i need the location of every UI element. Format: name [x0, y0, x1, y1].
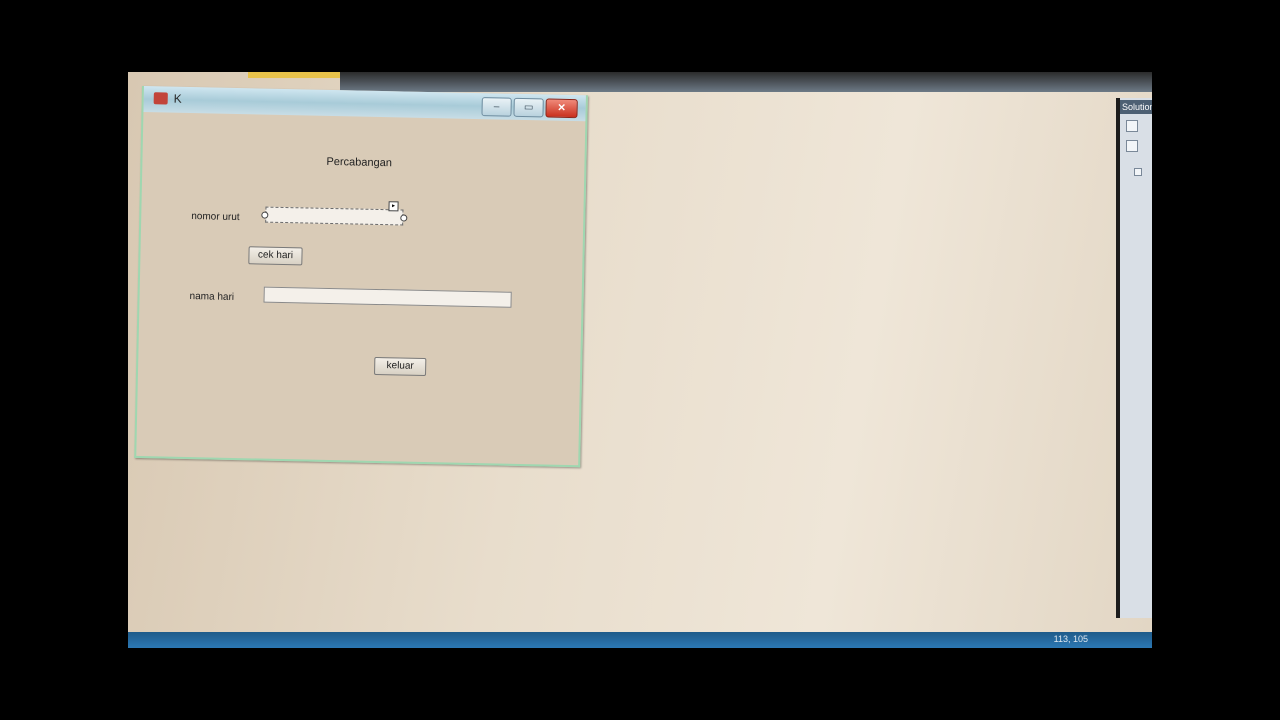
screen: Solution K – ▭ ✕ Percabangan nomor urut …	[128, 72, 1152, 648]
form-caption-label: Percabangan	[326, 155, 393, 170]
ide-toolbar	[340, 72, 1152, 92]
app-icon	[153, 92, 168, 105]
ide-toolbar-highlight	[248, 72, 340, 78]
solution-explorer-title: Solution	[1120, 100, 1152, 114]
form-designer-window[interactable]: K – ▭ ✕ Percabangan nomor urut ▸ cek har…	[134, 86, 588, 468]
close-button[interactable]: ✕	[545, 98, 578, 119]
nomor-urut-input[interactable]	[265, 206, 404, 226]
nama-hari-label: nama hari	[189, 291, 235, 303]
resize-handle-right[interactable]	[400, 214, 408, 222]
nomor-urut-label: nomor urut	[191, 211, 240, 224]
smart-tag-icon[interactable]: ▸	[388, 201, 399, 212]
keluar-button[interactable]: keluar	[374, 356, 427, 377]
solution-explorer-panel[interactable]	[1116, 98, 1152, 618]
cek-hari-button[interactable]: cek hari	[248, 246, 303, 266]
solution-node-icon[interactable]	[1126, 140, 1138, 152]
solution-file-icon[interactable]	[1134, 168, 1142, 176]
form-title: K	[173, 91, 182, 106]
solution-toolbar-icon[interactable]	[1126, 120, 1138, 132]
cursor-position-readout: 113, 105	[1053, 634, 1088, 644]
nama-hari-input[interactable]	[263, 286, 512, 308]
resize-handle-left[interactable]	[261, 211, 269, 219]
maximize-button[interactable]: ▭	[513, 97, 544, 118]
status-bar: 113, 105	[128, 632, 1152, 648]
minimize-button[interactable]: –	[481, 97, 512, 117]
